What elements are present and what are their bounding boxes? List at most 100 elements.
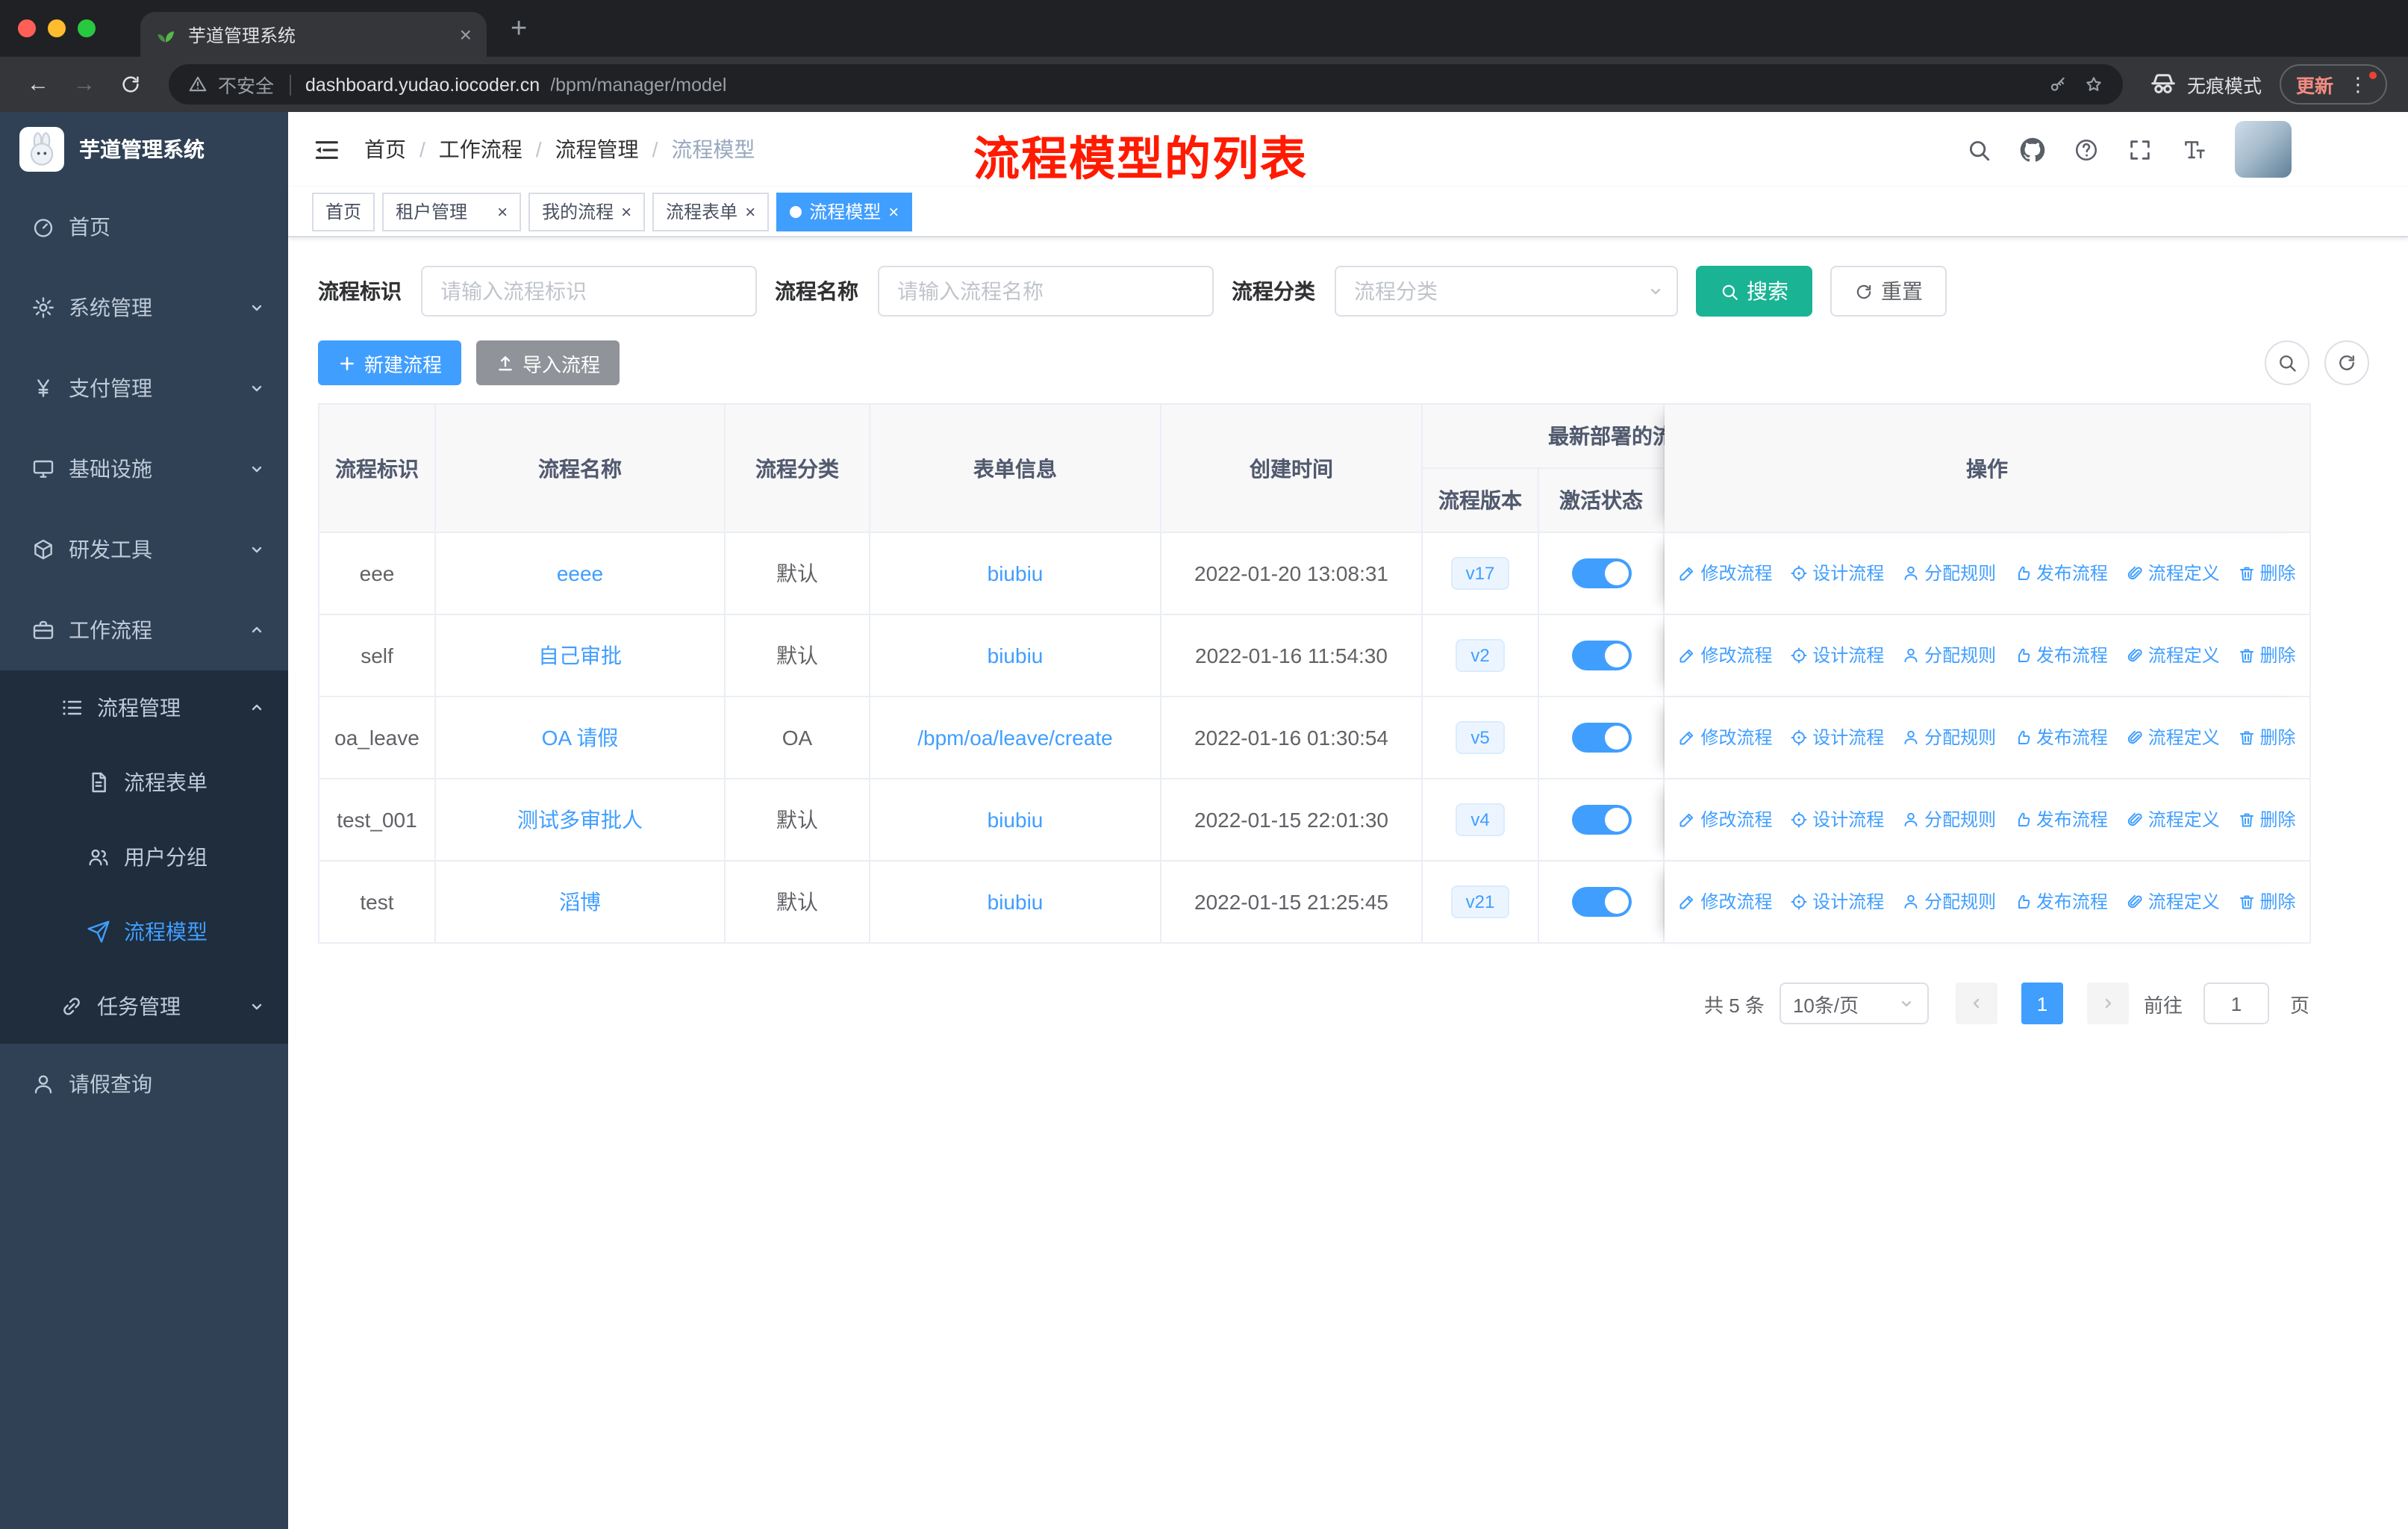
help-icon[interactable]	[2074, 137, 2099, 162]
active-toggle[interactable]	[1571, 641, 1631, 670]
tab-close-icon[interactable]: ×	[460, 24, 472, 45]
delete-link[interactable]: 删除	[2238, 725, 2296, 750]
breadcrumb-item[interactable]: 流程管理	[555, 134, 672, 164]
active-toggle[interactable]	[1571, 887, 1631, 917]
sidebar-toggle-icon[interactable]	[312, 135, 340, 164]
modify-flow-link[interactable]: 修改流程	[1678, 561, 1772, 586]
process-name-link[interactable]: OA 请假	[436, 697, 726, 779]
sidebar-item-process-model[interactable]: 流程模型	[0, 894, 288, 969]
forward-button[interactable]: →	[61, 72, 107, 97]
sidebar-item-payment[interactable]: 支付管理	[0, 348, 288, 429]
version-badge[interactable]: v5	[1456, 721, 1505, 754]
refresh-table-button[interactable]	[2324, 340, 2369, 385]
active-toggle[interactable]	[1571, 723, 1631, 753]
address-bar[interactable]: 不安全 dashboard.yudao.iocoder.cn /bpm/mana…	[169, 64, 2123, 105]
publish-flow-link[interactable]: 发布流程	[2014, 725, 2108, 750]
window-zoom-button[interactable]	[78, 19, 96, 37]
version-badge[interactable]: v4	[1456, 803, 1505, 836]
sidebar-item-process-form[interactable]: 流程表单	[0, 745, 288, 820]
process-id-input[interactable]	[421, 266, 757, 317]
bookmark-star-icon[interactable]	[2084, 75, 2103, 94]
reset-button[interactable]: 重置	[1830, 266, 1947, 317]
active-toggle[interactable]	[1571, 558, 1631, 588]
breadcrumb-item[interactable]: 工作流程	[439, 134, 555, 164]
modify-flow-link[interactable]: 修改流程	[1678, 725, 1772, 750]
tag-tenant-mgmt[interactable]: 租户管理 ×	[382, 192, 522, 231]
flow-definition-link[interactable]: 流程定义	[2126, 889, 2220, 915]
flow-definition-link[interactable]: 流程定义	[2126, 561, 2220, 586]
sidebar-item-devtools[interactable]: 研发工具	[0, 509, 288, 590]
window-close-button[interactable]	[18, 19, 36, 37]
password-key-icon[interactable]	[2048, 75, 2068, 94]
tag-home[interactable]: 首页	[312, 192, 375, 231]
assign-rule-link[interactable]: 分配规则	[1902, 643, 1996, 668]
update-chip[interactable]: 更新 ⋮	[2279, 64, 2387, 105]
breadcrumb-item[interactable]: 首页	[364, 134, 439, 164]
tag-close-x[interactable]: ×	[745, 202, 755, 220]
publish-flow-link[interactable]: 发布流程	[2014, 889, 2108, 915]
version-badge[interactable]: v17	[1450, 557, 1510, 590]
form-info-link[interactable]: biubiu	[870, 779, 1161, 862]
assign-rule-link[interactable]: 分配规则	[1902, 889, 1996, 915]
assign-rule-link[interactable]: 分配规则	[1902, 807, 1996, 832]
fullscreen-icon[interactable]	[2127, 137, 2153, 162]
sidebar-item-workflow[interactable]: 工作流程	[0, 590, 288, 670]
tag-my-process[interactable]: 我的流程 ×	[528, 192, 646, 231]
sidebar-item-home[interactable]: 首页	[0, 187, 288, 267]
next-page-button[interactable]	[2086, 983, 2129, 1024]
search-button[interactable]: 搜索	[1696, 266, 1812, 317]
tag-close-x[interactable]: ×	[621, 202, 631, 220]
assign-rule-link[interactable]: 分配规则	[1902, 561, 1996, 586]
publish-flow-link[interactable]: 发布流程	[2014, 561, 2108, 586]
design-flow-link[interactable]: 设计流程	[1790, 807, 1884, 832]
sidebar-item-task-mgmt[interactable]: 任务管理	[0, 969, 288, 1044]
sidebar-item-system[interactable]: 系统管理	[0, 267, 288, 348]
delete-link[interactable]: 删除	[2238, 807, 2296, 832]
sidebar-item-process-mgmt[interactable]: 流程管理	[0, 670, 288, 745]
search-icon[interactable]	[1966, 137, 1991, 162]
flow-definition-link[interactable]: 流程定义	[2126, 807, 2220, 832]
design-flow-link[interactable]: 设计流程	[1790, 561, 1884, 586]
page-number-button[interactable]: 1	[2021, 983, 2063, 1024]
delete-link[interactable]: 删除	[2238, 643, 2296, 668]
process-name-link[interactable]: 测试多审批人	[436, 779, 726, 862]
delete-link[interactable]: 删除	[2238, 889, 2296, 915]
github-icon[interactable]	[2020, 137, 2045, 162]
reload-button[interactable]	[119, 73, 142, 96]
browser-tab[interactable]: 芋道管理系统 ×	[140, 12, 487, 57]
flow-definition-link[interactable]: 流程定义	[2126, 643, 2220, 668]
design-flow-link[interactable]: 设计流程	[1790, 889, 1884, 915]
import-flow-button[interactable]: 导入流程	[476, 340, 620, 385]
process-category-select[interactable]	[1335, 266, 1678, 317]
form-info-link[interactable]: biubiu	[870, 533, 1161, 615]
close-icon[interactable]	[475, 204, 490, 219]
prev-page-button[interactable]	[1955, 983, 1997, 1024]
active-toggle[interactable]	[1571, 805, 1631, 835]
design-flow-link[interactable]: 设计流程	[1790, 643, 1884, 668]
assign-rule-link[interactable]: 分配规则	[1902, 725, 1996, 750]
new-tab-button[interactable]: +	[511, 14, 527, 43]
form-info-link[interactable]: /bpm/oa/leave/create	[870, 697, 1161, 779]
flow-definition-link[interactable]: 流程定义	[2126, 725, 2220, 750]
version-badge[interactable]: v21	[1450, 885, 1510, 918]
page-size-select[interactable]: 10条/页	[1779, 983, 1929, 1024]
process-name-link[interactable]: eeee	[436, 533, 726, 615]
publish-flow-link[interactable]: 发布流程	[2014, 807, 2108, 832]
form-info-link[interactable]: biubiu	[870, 615, 1161, 697]
tag-process-model[interactable]: 流程模型 ×	[776, 192, 913, 231]
tag-close-x[interactable]: ×	[497, 202, 508, 220]
avatar[interactable]	[2235, 121, 2292, 178]
tag-process-form[interactable]: 流程表单 ×	[652, 192, 770, 231]
process-name-input[interactable]	[878, 266, 1214, 317]
process-name-link[interactable]: 自己审批	[436, 615, 726, 697]
delete-link[interactable]: 删除	[2238, 561, 2296, 586]
modify-flow-link[interactable]: 修改流程	[1678, 807, 1772, 832]
create-flow-button[interactable]: 新建流程	[318, 340, 462, 385]
browser-menu-kebab-icon[interactable]: ⋮	[2345, 70, 2378, 94]
tag-close-x[interactable]: ×	[888, 202, 899, 220]
modify-flow-link[interactable]: 修改流程	[1678, 889, 1772, 915]
process-name-link[interactable]: 滔博	[436, 862, 726, 944]
back-button[interactable]: ←	[15, 72, 61, 97]
toggle-search-button[interactable]	[2265, 340, 2309, 385]
version-badge[interactable]: v2	[1456, 639, 1505, 672]
